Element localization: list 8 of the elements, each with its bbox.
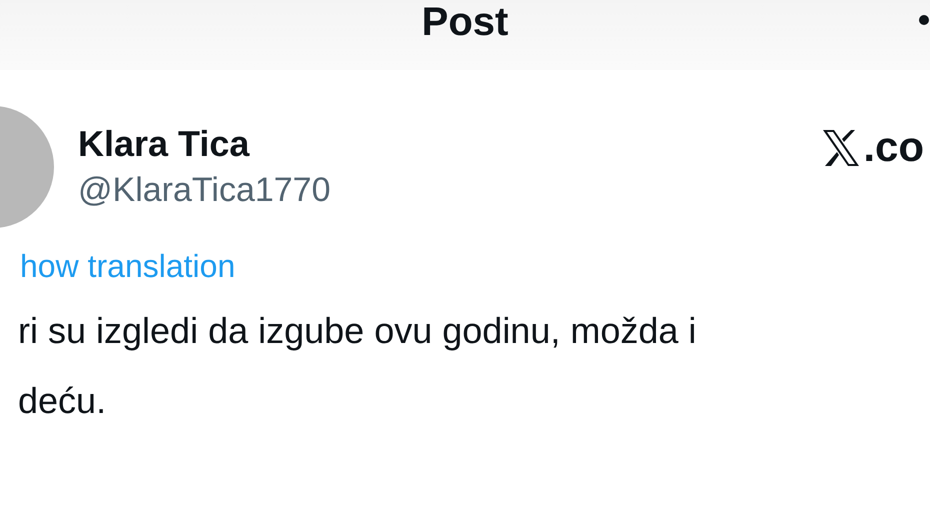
more-icon[interactable] xyxy=(918,14,930,26)
x-logo-icon xyxy=(821,129,862,167)
author-handle[interactable]: @KlaraTica1770 xyxy=(78,168,330,212)
post-text-line: deću. xyxy=(18,379,106,423)
author-name[interactable]: Klara Tica xyxy=(78,122,330,166)
header-title: Post xyxy=(422,0,508,44)
post-text-line: ri su izgledi da izgube ovu godinu, možda i xyxy=(18,309,696,353)
site-domain: .co xyxy=(863,127,924,167)
